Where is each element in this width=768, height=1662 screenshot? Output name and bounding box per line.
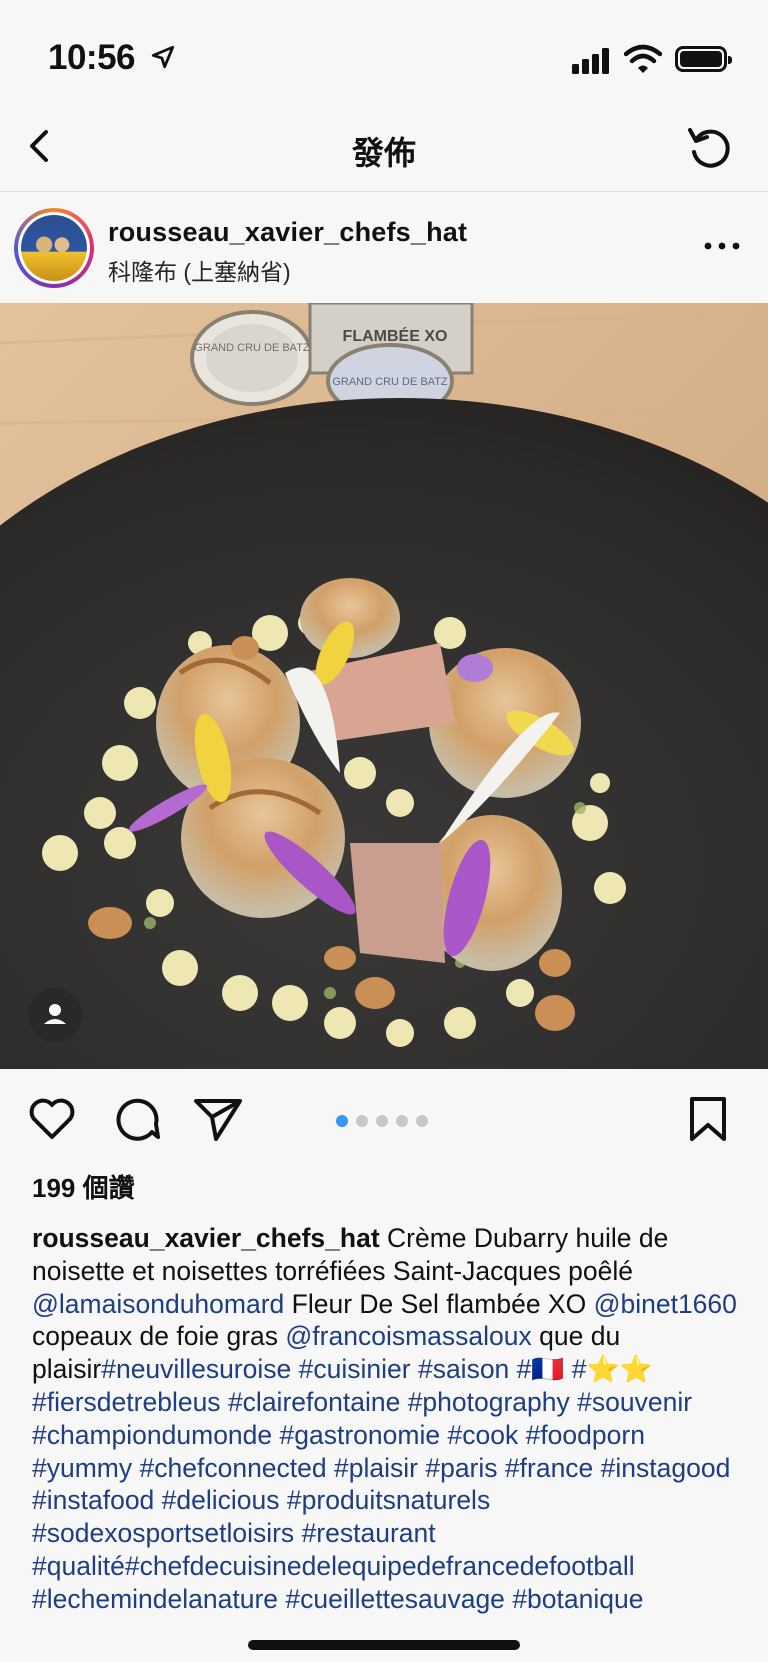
cellular-signal-icon: [572, 48, 609, 74]
tagged-users-button[interactable]: [28, 988, 82, 1042]
mention-link[interactable]: @lamaisonduhomard: [32, 1289, 284, 1319]
post-location[interactable]: 科隆布 (上塞納省): [108, 253, 291, 287]
post-username[interactable]: rousseau_xavier_chefs_hat: [108, 217, 467, 248]
hashtag-link[interactable]: #sodexosportsetloisirs: [32, 1518, 294, 1548]
share-icon[interactable]: [190, 1091, 246, 1147]
hashtag-link[interactable]: #botanique: [512, 1584, 643, 1614]
mention-link[interactable]: @binet1660: [594, 1289, 737, 1319]
hashtag-link[interactable]: #championdumonde: [32, 1420, 272, 1450]
caption-text: [593, 1453, 600, 1483]
hashtag-link[interactable]: #gastronomie: [280, 1420, 441, 1450]
hashtag-link[interactable]: #saison: [418, 1354, 509, 1384]
caption-username[interactable]: rousseau_xavier_chefs_hat: [32, 1223, 380, 1253]
hashtag-link[interactable]: #souvenir: [577, 1387, 692, 1417]
battery-icon: [675, 46, 732, 72]
caption-text: Fleur De Sel flambée XO: [284, 1288, 594, 1319]
bookmark-icon[interactable]: [680, 1091, 736, 1147]
home-indicator: [248, 1640, 520, 1650]
hashtag-link[interactable]: #chefconnected: [140, 1453, 327, 1483]
heart-icon[interactable]: [24, 1091, 80, 1147]
caption-text: [132, 1453, 139, 1483]
hashtag-link[interactable]: #lechemindelanature: [32, 1584, 278, 1614]
avatar-image: [21, 215, 87, 281]
wifi-icon: [624, 44, 662, 73]
hashtag-link[interactable]: #cueillettesauvage: [285, 1584, 505, 1614]
hashtag-link[interactable]: #clairefontaine: [228, 1387, 400, 1417]
like-count[interactable]: 199 個讚: [32, 1168, 135, 1205]
post-photo[interactable]: GRAND CRU DE BATZ FLAMBÉE XO GRAND CRU D…: [0, 303, 768, 1069]
caption-text: [280, 1485, 287, 1515]
hashtag-link[interactable]: #cuisinier: [299, 1354, 411, 1384]
hashtag-link[interactable]: #produitsnaturels: [287, 1485, 490, 1515]
status-bar: 10:56: [0, 0, 768, 110]
navigation-bar: 發佈: [0, 110, 768, 192]
hashtag-link[interactable]: #instagood: [601, 1453, 731, 1483]
caption-text: [411, 1354, 418, 1384]
mention-link[interactable]: @francoismassaloux: [285, 1321, 531, 1351]
caption-text: [221, 1387, 228, 1417]
hashtag-link[interactable]: #yummy: [32, 1453, 132, 1483]
post-header: rousseau_xavier_chefs_hat 科隆布 (上塞納省): [0, 193, 768, 303]
caption-text: [272, 1420, 279, 1450]
caption-text: [518, 1420, 525, 1450]
caption-text: [400, 1387, 407, 1417]
hashtag-link[interactable]: #⭐⭐: [572, 1354, 653, 1384]
hashtag-link[interactable]: #cook: [447, 1420, 518, 1450]
hashtag-link[interactable]: #🇫🇷: [517, 1354, 565, 1384]
carousel-indicator: [336, 1115, 428, 1127]
carousel-dot: [396, 1115, 408, 1127]
caption-text: [564, 1354, 571, 1384]
jar-label: GRAND CRU DE BATZ: [194, 342, 310, 354]
post-caption: rousseau_xavier_chefs_hat Crème Dubarry …: [32, 1222, 752, 1616]
hashtag-link[interactable]: #photography: [408, 1387, 570, 1417]
jar-label: FLAMBÉE XO: [343, 326, 448, 345]
caption-text: [498, 1453, 505, 1483]
caption-text: [509, 1354, 516, 1384]
hashtag-link[interactable]: #plaisir: [334, 1453, 418, 1483]
hashtag-link[interactable]: #instafood: [32, 1485, 154, 1515]
hashtag-link[interactable]: #chefdecuisinedelequipedefrancedefootbal…: [125, 1551, 635, 1581]
food-photo-illustration: GRAND CRU DE BATZ FLAMBÉE XO GRAND CRU D…: [0, 303, 768, 1069]
status-time: 10:56: [48, 38, 136, 77]
caption-text: [327, 1453, 334, 1483]
caption-text: copeaux de foie gras: [32, 1321, 286, 1352]
hashtag-link[interactable]: #fiersdetrebleus: [32, 1387, 221, 1417]
caption-text: [291, 1354, 298, 1384]
carousel-dot: [416, 1115, 428, 1127]
hashtag-link[interactable]: #paris: [425, 1453, 497, 1483]
refresh-icon[interactable]: [682, 120, 738, 176]
hashtag-link[interactable]: #foodporn: [526, 1420, 645, 1450]
hashtag-link[interactable]: #restaurant: [302, 1518, 436, 1548]
hashtag-link[interactable]: #qualité: [32, 1551, 125, 1581]
post-actions: [0, 1069, 768, 1169]
caption-text: [154, 1485, 161, 1515]
carousel-dot: [336, 1115, 348, 1127]
more-options-icon[interactable]: [702, 233, 742, 259]
hashtag-link[interactable]: #france: [505, 1453, 593, 1483]
carousel-dot: [356, 1115, 368, 1127]
user-icon: [44, 1004, 66, 1024]
hashtag-link[interactable]: #neuvillesuroise: [101, 1354, 291, 1384]
page-title: 發佈: [351, 135, 416, 171]
comment-icon[interactable]: [108, 1091, 164, 1147]
hashtag-link[interactable]: #delicious: [162, 1485, 280, 1515]
avatar[interactable]: [14, 208, 94, 288]
location-arrow-icon: [151, 45, 175, 69]
jar-label: GRAND CRU DE BATZ: [332, 376, 448, 388]
carousel-dot: [376, 1115, 388, 1127]
caption-text: [294, 1518, 301, 1548]
